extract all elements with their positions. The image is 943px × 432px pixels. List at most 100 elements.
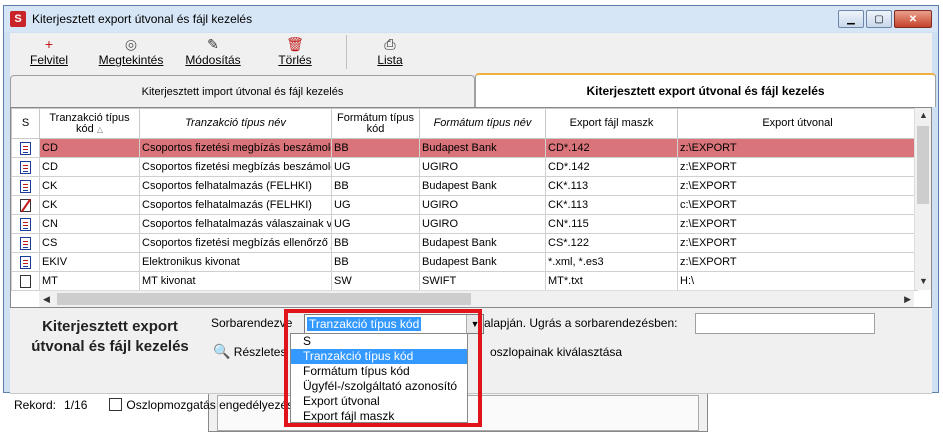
table-cell: SWIFT	[419, 271, 546, 291]
columns-select-label: oszlopainak kiválasztása	[490, 345, 623, 359]
search-icon: 🔍	[213, 343, 231, 359]
sort-asc-icon: △	[96, 124, 103, 134]
table-row[interactable]: MT MT kivonat SW SWIFT MT*.txt H:\	[11, 271, 918, 291]
record-value: 1/16	[64, 397, 88, 412]
table-cell: MT	[39, 271, 140, 291]
megtekintes-label: Megtekintés	[98, 53, 164, 67]
table-row[interactable]: CD Csoportos fizetési megbízás beszámoló U…	[11, 157, 918, 177]
torles-button[interactable]: 🗑 Törlés	[252, 33, 338, 71]
col-header-export-maszk[interactable]: Export fájl maszk	[545, 108, 678, 139]
sort-combo[interactable]: Tranzakció típus kód ▼	[304, 314, 484, 334]
section-title-line1: Kiterjesztett export	[42, 318, 178, 335]
scroll-thumb-vertical[interactable]	[917, 126, 929, 204]
table-cell: MT kivonat	[139, 271, 332, 291]
scroll-right-icon[interactable]: ▶	[904, 294, 911, 305]
table-cell: CS*.122	[545, 233, 678, 253]
table-cell: Csoportos felhatalmazás (FELHKI)	[139, 176, 332, 196]
column-move-label: Oszlopmozgatás engedélyezése	[126, 397, 300, 412]
maximize-button[interactable]: ▢	[866, 10, 892, 28]
table-cell: UG	[331, 214, 420, 234]
lista-button[interactable]: ⎙ Lista	[355, 33, 425, 71]
scroll-thumb-horizontal[interactable]	[57, 293, 471, 305]
table-cell: CD*.142	[545, 138, 678, 158]
toolbar: + Felvitel ◎ Megtekintés ✎ Módosítás 🗑 T…	[10, 33, 932, 71]
edit-icon: ✎	[207, 36, 219, 52]
scroll-up-icon[interactable]: ▲	[919, 110, 928, 120]
col-header-export-utvonal[interactable]: Export útvonal	[677, 108, 918, 139]
sort-dropdown-list: S Tranzakció típus kód Formátum típus kó…	[290, 333, 468, 423]
section-title-line2: útvonal és fájl kezelés	[31, 338, 189, 355]
lista-label: Lista	[377, 53, 403, 67]
col-header-tranzakcio-kod[interactable]: Tranzakció típus kód △	[39, 108, 140, 139]
table-cell: MT*.txt	[545, 271, 678, 291]
felvitel-button[interactable]: + Felvitel	[10, 33, 88, 71]
table-cell: UGIRO	[419, 195, 546, 215]
dropdown-option[interactable]: Tranzakció típus kód	[291, 349, 467, 364]
vertical-scrollbar[interactable]: ▲ ▼	[914, 108, 931, 290]
table-cell: CK*.113	[545, 195, 678, 215]
table-cell: BB	[331, 176, 420, 196]
table-cell: z:\EXPORT	[677, 233, 918, 253]
edit-row-icon	[20, 198, 31, 212]
trash-icon: 🗑	[286, 36, 304, 52]
dropdown-option[interactable]: Ügyfél-/szolgáltató azonosító	[291, 379, 467, 394]
table-row[interactable]: CS Csoportos fizetési megbízás ellenőrző …	[11, 233, 918, 253]
table-cell: Csoportos fizetési megbízás ellenőrző j	[139, 233, 332, 253]
table-cell: c:\EXPORT	[677, 195, 918, 215]
table-cell: UGIRO	[419, 214, 546, 234]
table-cell: Csoportos fizetési megbízás beszámoló	[139, 138, 332, 158]
document-icon	[20, 255, 31, 269]
table-cell: SW	[331, 271, 420, 291]
scroll-down-icon[interactable]: ▼	[919, 276, 928, 286]
col-header-s[interactable]: S	[11, 108, 40, 139]
table-cell: Csoportos felhatalmazás válaszainak v	[139, 214, 332, 234]
dropdown-option[interactable]: Export útvonal	[291, 394, 467, 409]
row-status-cell	[11, 195, 40, 215]
jump-input[interactable]	[695, 313, 875, 334]
document-icon	[20, 141, 31, 155]
eye-icon: ◎	[124, 36, 138, 52]
minimize-button[interactable]: ▁	[838, 10, 864, 28]
table-cell: Budapest Bank	[419, 233, 546, 253]
col-header-formatum-nev[interactable]: Formátum típus név	[419, 108, 546, 139]
table-row[interactable]: EKIV Elektronikus kivonat BB Budapest Bank *…	[11, 252, 918, 272]
tab-import[interactable]: Kiterjesztett import útvonal és fájl kez…	[10, 75, 475, 107]
scroll-left-icon[interactable]: ◀	[43, 294, 50, 305]
main-window: S Kiterjesztett export útvonal és fájl k…	[3, 5, 939, 412]
table-row[interactable]: CK Csoportos felhatalmazás (FELHKI) UG UGIR…	[11, 195, 918, 215]
chevron-down-icon[interactable]: ▼	[466, 315, 483, 333]
table-cell: BB	[331, 138, 420, 158]
toolbar-separator	[346, 35, 347, 69]
table-cell: CD	[39, 138, 140, 158]
close-button[interactable]: ✕	[894, 10, 932, 28]
table-cell: CN	[39, 214, 140, 234]
status-bar: Rekord: 1/16 Oszlopmozgatás engedélyezés…	[10, 393, 932, 415]
col-header-tranzakcio-nev[interactable]: Tranzakció típus név	[139, 108, 332, 139]
dropdown-option[interactable]: Export fájl maszk	[291, 409, 467, 424]
table-cell: Budapest Bank	[419, 252, 546, 272]
table-row[interactable]: CN Csoportos felhatalmazás válaszainak vU…	[11, 214, 918, 234]
table-row[interactable]: CD Csoportos fizetési megbízás beszámoló B…	[11, 138, 918, 158]
printer-icon: ⎙	[384, 36, 396, 52]
table-cell: UG	[331, 195, 420, 215]
section-title: Kiterjesztett export útvonal és fájl kez…	[20, 317, 200, 357]
table-cell: UG	[331, 157, 420, 177]
modositas-button[interactable]: ✎ Módosítás	[174, 33, 252, 71]
column-move-checkbox[interactable]	[109, 398, 123, 411]
details-label: Részletes	[233, 345, 287, 359]
table-cell: CK	[39, 176, 140, 196]
app-icon: S	[10, 11, 26, 27]
horizontal-scrollbar[interactable]: ◀ ▶	[39, 290, 914, 307]
row-status-cell	[11, 214, 40, 234]
dropdown-option[interactable]: Formátum típus kód	[291, 364, 467, 379]
table-row[interactable]: CK Csoportos felhatalmazás (FELHKI) BB Buda…	[11, 176, 918, 196]
col-header-formatum-kod[interactable]: Formátum típus kód	[331, 108, 420, 139]
tab-export[interactable]: Kiterjesztett export útvonal és fájl kez…	[475, 73, 936, 107]
dropdown-option[interactable]: S	[291, 334, 467, 349]
details-button[interactable]: 🔍 Részletes	[213, 343, 286, 360]
modositas-label: Módosítás	[185, 53, 241, 67]
megtekintes-button[interactable]: ◎ Megtekintés	[88, 33, 174, 71]
table-cell: *.xml, *.es3	[545, 252, 678, 272]
row-status-cell	[11, 252, 40, 272]
row-status-cell	[11, 271, 40, 291]
